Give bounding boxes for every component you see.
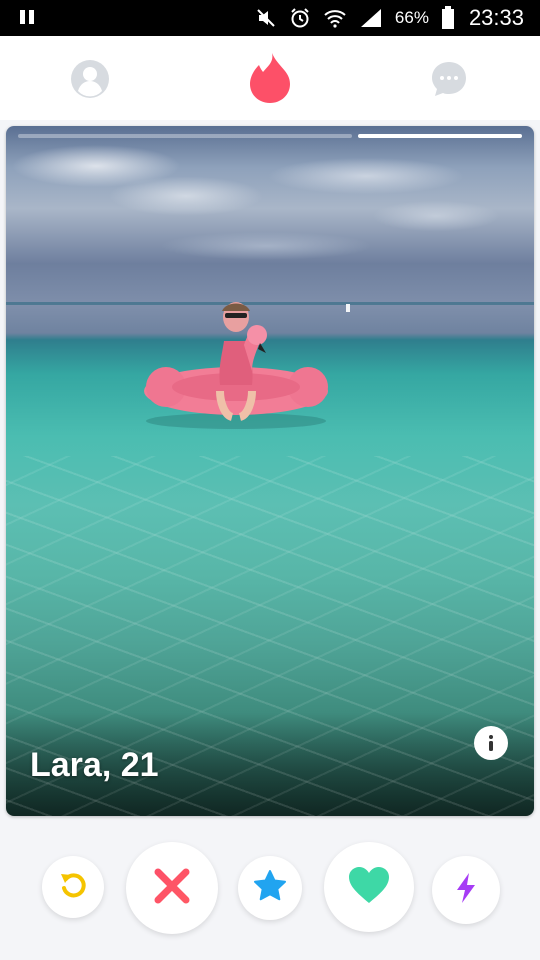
- profile-name-age: Lara, 21: [30, 746, 159, 784]
- profile-card[interactable]: Lara, 21: [6, 126, 534, 816]
- signal-icon: [359, 7, 383, 29]
- photo-progress-segment-2: [358, 134, 522, 138]
- profile-icon[interactable]: [67, 56, 113, 102]
- photo-flamingo-float: [144, 302, 328, 429]
- heart-icon: [347, 865, 391, 910]
- chat-icon[interactable]: [426, 56, 472, 102]
- battery-icon: [441, 6, 455, 30]
- battery-percent: 66%: [394, 8, 429, 27]
- wifi-icon: [323, 7, 347, 29]
- rewind-icon: [57, 869, 89, 906]
- photo-boat: [346, 304, 350, 312]
- rewind-button[interactable]: [42, 856, 104, 918]
- x-icon: [152, 866, 192, 911]
- star-icon: [253, 869, 287, 908]
- super-like-button[interactable]: [238, 856, 302, 920]
- status-bar: 66% 23:33: [0, 0, 540, 36]
- boost-button[interactable]: [432, 856, 500, 924]
- top-nav: [0, 36, 540, 120]
- pause-icon: [20, 10, 34, 24]
- clock: 23:33: [468, 5, 524, 30]
- flame-icon[interactable]: [246, 50, 294, 106]
- photo-sky: [6, 126, 534, 306]
- mute-icon: [255, 7, 277, 29]
- nope-button[interactable]: [126, 842, 218, 934]
- bolt-icon: [455, 872, 477, 909]
- like-button[interactable]: [324, 842, 414, 932]
- alarm-icon: [289, 7, 311, 29]
- photo-progress-segment-1: [18, 134, 352, 138]
- info-icon[interactable]: [474, 726, 508, 760]
